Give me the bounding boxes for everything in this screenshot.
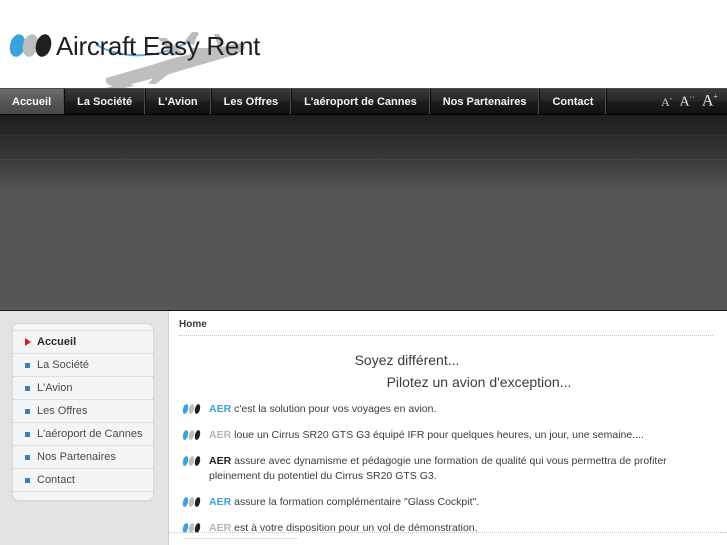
headline-line-2: Pilotez un avion d'exception... <box>386 374 572 390</box>
logo-dots-icon <box>181 403 205 415</box>
nav-item-accueil[interactable]: Accueil <box>0 89 65 114</box>
list-item-text: AER loue un Cirrus SR20 GTS G3 équipé IFR… <box>209 428 713 444</box>
list-item-body: c'est la solution pour vos voyages en av… <box>234 403 437 415</box>
list-item-text: AER est à votre disposition pour un vol d… <box>209 521 713 537</box>
logo-dots-icon <box>7 32 58 59</box>
font-size-controls: A- A·· A+ <box>655 89 727 114</box>
nav-item-contact[interactable]: Contact <box>539 89 607 114</box>
square-bullet-icon <box>25 454 30 460</box>
nav-item-nos-partenaires[interactable]: Nos Partenaires <box>429 89 540 114</box>
font-increase-button[interactable]: A+ <box>702 93 718 109</box>
list-item-text: AER assure la formation complémentaire "G… <box>209 495 713 511</box>
logo-dots-icon <box>181 455 205 467</box>
square-bullet-icon <box>25 408 30 414</box>
hero-banner <box>0 115 727 311</box>
list-item-text: AER assure avec dynamisme et pédagogie un… <box>209 454 713 486</box>
content-area: Accueil La Société L'Avion Les Offres L'… <box>0 311 727 545</box>
square-bullet-icon <box>25 431 30 437</box>
sidebar-item-lavion[interactable]: L'Avion <box>13 377 153 400</box>
brand-label: AER <box>209 428 232 441</box>
sidebar-item-nos-partenaires[interactable]: Nos Partenaires <box>13 446 153 469</box>
nav-item-list: Accueil La Société L'Avion Les Offres L'… <box>0 89 607 114</box>
nav-item-la-societe[interactable]: La Société <box>64 89 146 114</box>
sidebar-item-label: L'Avion <box>37 382 73 394</box>
list-item-text: AER c'est la solution pour vos voyages en… <box>209 402 713 418</box>
square-bullet-icon <box>25 362 30 368</box>
sidebar-item-les-offres[interactable]: Les Offres <box>13 400 153 423</box>
sidebar-item-label: La Société <box>37 359 89 371</box>
main-navigation: Accueil La Société L'Avion Les Offres L'… <box>0 88 727 115</box>
square-bullet-icon <box>25 477 30 483</box>
list-item-body: loue un Cirrus SR20 GTS G3 équipé IFR po… <box>234 428 644 441</box>
sidebar-item-accueil[interactable]: Accueil <box>13 330 153 354</box>
sidebar-item-aeroport-de-cannes[interactable]: L'aéroport de Cannes <box>13 423 153 446</box>
breadcrumb[interactable]: Home <box>179 319 713 336</box>
headline-line-1: Soyez différent... <box>354 352 460 368</box>
page-headline: Soyez différent... Pilotez un avion d'ex… <box>179 336 713 396</box>
main-column: Home Soyez différent... Pilotez un avion… <box>168 311 727 545</box>
sidebar-item-label: Les Offres <box>37 405 88 417</box>
page-root: Aircraft Easy Rent Accueil La Société L'… <box>0 0 727 545</box>
list-item: AER est à votre disposition pour un vol d… <box>181 521 713 537</box>
footer-stub <box>183 538 298 545</box>
sidebar-item-label: Contact <box>37 474 75 486</box>
font-decrease-button[interactable]: A- <box>661 95 672 109</box>
site-logo[interactable]: Aircraft Easy Rent <box>7 0 270 88</box>
brand-label: AER <box>209 403 232 415</box>
sidebar-item-label: Nos Partenaires <box>37 451 116 463</box>
nav-item-lavion[interactable]: L'Avion <box>145 89 211 114</box>
nav-item-aeroport-de-cannes[interactable]: L'aéroport de Cannes <box>291 89 430 114</box>
list-item: AER c'est la solution pour vos voyages en… <box>181 402 713 418</box>
list-item-body: assure la formation complémentaire "Glas… <box>234 496 480 508</box>
sidebar-column: Accueil La Société L'Avion Les Offres L'… <box>0 311 168 545</box>
list-item: AER assure la formation complémentaire "G… <box>181 495 713 511</box>
sidebar-item-contact[interactable]: Contact <box>13 469 153 492</box>
list-item: AER assure avec dynamisme et pédagogie un… <box>181 454 713 486</box>
content-divider <box>169 532 727 533</box>
arrow-bullet-icon <box>25 338 31 346</box>
feature-list: AER c'est la solution pour vos voyages en… <box>179 396 713 537</box>
sidebar-item-label: L'aéroport de Cannes <box>37 428 143 440</box>
list-item-body: assure avec dynamisme et pédagogie une f… <box>209 454 667 483</box>
logo-dots-icon <box>181 496 205 508</box>
nav-item-les-offres[interactable]: Les Offres <box>210 89 292 114</box>
sidebar-menu: Accueil La Société L'Avion Les Offres L'… <box>12 323 154 501</box>
brand-label: AER <box>209 454 232 467</box>
logo-text: Aircraft Easy Rent <box>56 31 261 61</box>
site-header: Aircraft Easy Rent <box>0 0 727 88</box>
square-bullet-icon <box>25 385 30 391</box>
font-reset-button[interactable]: A·· <box>679 93 694 110</box>
nav-spacer <box>606 89 655 114</box>
sidebar-item-la-societe[interactable]: La Société <box>13 354 153 377</box>
brand-label: AER <box>209 496 232 508</box>
logo-dots-icon <box>181 429 205 441</box>
sidebar-item-label: Accueil <box>37 336 77 348</box>
list-item: AER loue un Cirrus SR20 GTS G3 équipé IFR… <box>181 428 713 444</box>
